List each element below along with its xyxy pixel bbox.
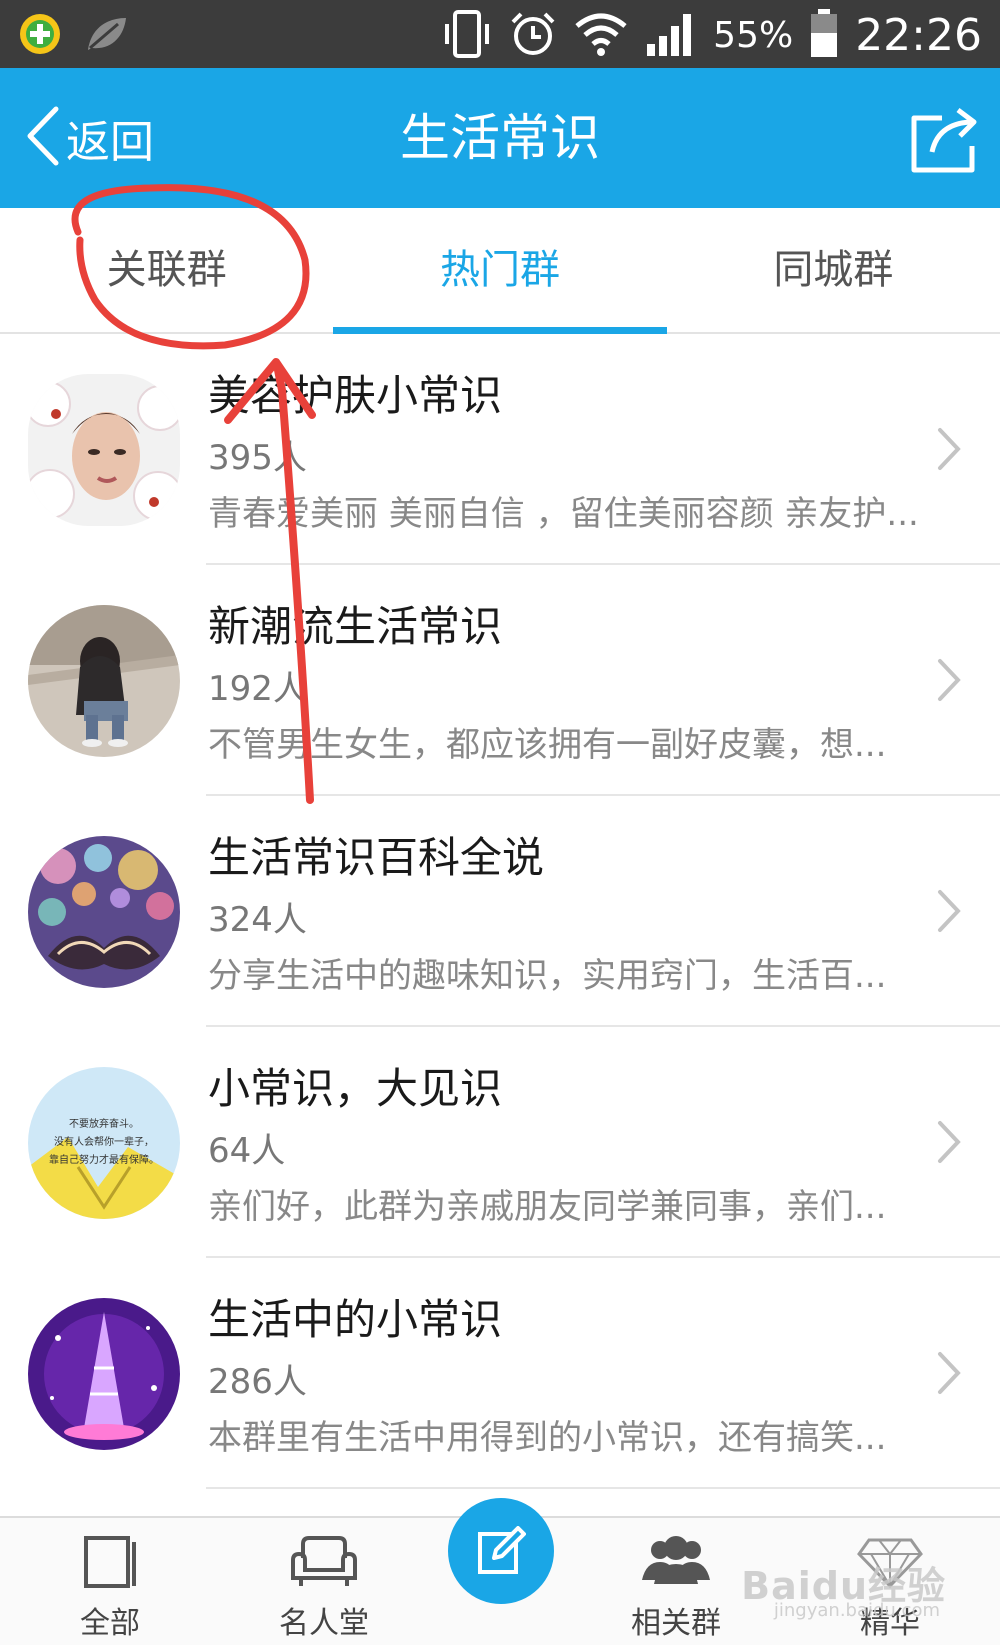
group-description: 亲们好，此群为亲戚朋友同学兼同事，亲们... <box>208 1187 887 1227</box>
vibrate-icon <box>443 8 493 64</box>
group-name: 美容护肤小常识 <box>208 371 503 420</box>
active-tab-indicator <box>333 327 667 334</box>
group-name: 生活常识百科全说 <box>208 833 545 882</box>
tab-label: 关联群 <box>106 247 227 293</box>
group-description: 青春爱美丽 美丽自信 ，留住美丽容颜 亲友护... <box>208 494 919 534</box>
tab-bar: 关联群 热门群 同城群 <box>0 208 1000 334</box>
avatar-caption: 不要放弃奋斗。 <box>69 1117 139 1130</box>
group-name: 新潮流生活常识 <box>208 602 503 651</box>
bottom-tab-label: 全部 <box>80 1606 140 1641</box>
group-description: 分享生活中的趣味知识，实用窍门，生活百... <box>208 956 887 996</box>
chevron-right-icon <box>934 1348 964 1398</box>
people-icon <box>638 1534 714 1594</box>
chevron-right-icon <box>934 886 964 936</box>
tab-label: 热门群 <box>439 247 560 293</box>
bottom-tab-related-groups[interactable]: 相关群 <box>596 1518 756 1645</box>
status-bar: 55% 22:26 <box>0 0 1000 68</box>
edit-icon <box>476 1526 526 1580</box>
360-security-icon <box>18 12 62 60</box>
screen: 55% 22:26 生活常识 返回 关联群 热门群 同城群 美容护肤小常识 39… <box>0 0 1000 1645</box>
battery-icon <box>809 9 839 63</box>
battery-percent: 55% <box>713 15 794 56</box>
list-item[interactable]: 生活中的小常识 286人 本群里有生活中用得到的小常识，还有搞笑... <box>0 1258 1000 1489</box>
avatar-caption: 没有人会帮你一辈子， <box>54 1135 154 1148</box>
list-item[interactable]: 美容护肤小常识 395人 青春爱美丽 美丽自信 ，留住美丽容颜 亲友护... <box>0 334 1000 565</box>
group-avatar: 不要放弃奋斗。 没有人会帮你一辈子， 靠自己努力才最有保障。 <box>28 1067 180 1219</box>
leaf-icon <box>84 14 130 58</box>
bottom-tab-label: 相关群 <box>631 1606 721 1641</box>
compose-button[interactable] <box>448 1498 554 1604</box>
tab-label: 同城群 <box>773 247 894 293</box>
share-icon <box>908 108 982 180</box>
group-avatar <box>28 605 180 757</box>
avatar-caption: 靠自己努力才最有保障。 <box>49 1153 159 1166</box>
group-name: 小常识，大见识 <box>208 1064 503 1113</box>
group-avatar <box>28 1298 180 1450</box>
watermark-url: jingyan.baidu.com <box>773 1600 940 1621</box>
bottom-tab-label: 名人堂 <box>279 1606 369 1641</box>
bottom-tab-hall-of-fame[interactable]: 名人堂 <box>244 1518 404 1645</box>
tab-hot-groups[interactable]: 热门群 <box>333 208 667 334</box>
tab-city-groups[interactable]: 同城群 <box>667 208 1000 332</box>
group-list: 美容护肤小常识 395人 青春爱美丽 美丽自信 ，留住美丽容颜 亲友护... 新… <box>0 334 1000 1489</box>
member-count: 192人 <box>208 669 307 709</box>
alarm-icon <box>509 10 557 62</box>
clock: 22:26 <box>855 10 982 61</box>
sofa-icon <box>289 1534 359 1594</box>
chevron-right-icon <box>934 655 964 705</box>
list-item[interactable]: 新潮流生活常识 192人 不管男生女生，都应该拥有一副好皮囊，想... <box>0 565 1000 796</box>
back-button[interactable]: 返回 <box>22 96 154 180</box>
member-count: 324人 <box>208 900 307 940</box>
group-avatar <box>28 374 180 526</box>
member-count: 395人 <box>208 438 307 478</box>
wifi-icon <box>573 12 629 60</box>
chevron-right-icon <box>934 424 964 474</box>
list-item[interactable]: 生活常识百科全说 324人 分享生活中的趣味知识，实用窍门，生活百... <box>0 796 1000 1027</box>
group-name: 生活中的小常识 <box>208 1295 503 1344</box>
list-item[interactable]: 不要放弃奋斗。 没有人会帮你一辈子， 靠自己努力才最有保障。 小常识，大见识 6… <box>0 1027 1000 1258</box>
nav-header: 生活常识 返回 <box>0 68 1000 208</box>
member-count: 286人 <box>208 1362 307 1402</box>
signal-icon <box>645 10 697 62</box>
back-label: 返回 <box>66 117 154 168</box>
tab-related-groups[interactable]: 关联群 <box>0 208 333 332</box>
bottom-tab-all[interactable]: 全部 <box>30 1518 190 1645</box>
chevron-right-icon <box>934 1117 964 1167</box>
group-avatar <box>28 836 180 988</box>
book-icon <box>80 1534 140 1594</box>
group-description: 本群里有生活中用得到的小常识，还有搞笑... <box>208 1418 887 1458</box>
chevron-left-icon <box>22 105 62 171</box>
share-button[interactable] <box>908 106 982 176</box>
group-description: 不管男生女生，都应该拥有一副好皮囊，想... <box>208 725 887 765</box>
divider <box>206 1487 1000 1489</box>
member-count: 64人 <box>208 1131 286 1171</box>
